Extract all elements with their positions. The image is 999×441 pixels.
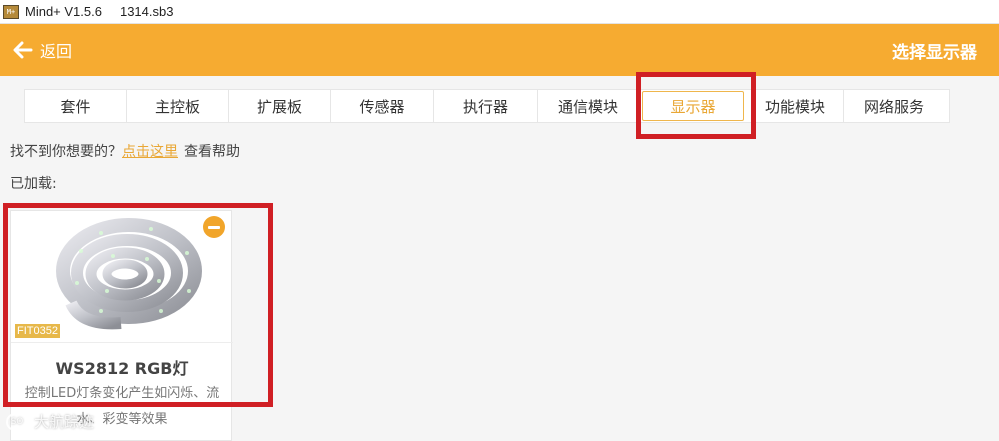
window-file-name: 1314.sb3 bbox=[119, 4, 174, 19]
loaded-label: 已加载: bbox=[10, 176, 57, 192]
card-highlight-box bbox=[3, 203, 273, 407]
back-label: 返回 bbox=[40, 42, 73, 61]
window-titlebar: M+ Mind+ V1.5.6 1314.sb3 bbox=[0, 0, 999, 24]
help-link[interactable]: 点击这里 bbox=[122, 141, 184, 161]
help-suffix: 查看帮助 bbox=[184, 144, 240, 160]
mindplus-app-icon: M+ bbox=[3, 4, 19, 19]
back-button[interactable]: 返回 bbox=[12, 38, 72, 62]
watermark-text: 大航踪迹 bbox=[34, 413, 95, 431]
arrow-left-icon bbox=[12, 39, 34, 61]
page-title: 选择显示器 bbox=[892, 42, 977, 63]
tab-communication-modules[interactable]: 通信模块 bbox=[538, 90, 639, 122]
watermark: SO 大航踪迹 bbox=[6, 411, 94, 432]
help-text: 找不到你想要的？ 点击这里 查看帮助 bbox=[10, 141, 240, 161]
tab-sensors[interactable]: 传感器 bbox=[331, 90, 434, 122]
tab-main-boards[interactable]: 主控板 bbox=[127, 90, 229, 122]
tab-actuators[interactable]: 执行器 bbox=[434, 90, 538, 122]
page-header: 返回 选择显示器 bbox=[0, 24, 999, 76]
tab-highlight-box bbox=[636, 72, 756, 139]
window-title: Mind+ V1.5.6 bbox=[25, 4, 102, 19]
tab-expansion-boards[interactable]: 扩展板 bbox=[229, 90, 331, 122]
help-prefix: 找不到你想要的？ bbox=[10, 144, 122, 160]
tab-kits[interactable]: 套件 bbox=[25, 90, 127, 122]
tab-network-services[interactable]: 网络服务 bbox=[844, 90, 944, 122]
tab-function-modules[interactable]: 功能模块 bbox=[747, 90, 844, 122]
category-tabs: 套件 主控板 扩展板 传感器 执行器 通信模块 显示器 功能模块 网络服务 bbox=[24, 89, 950, 123]
watermark-logo-icon: SO bbox=[6, 412, 28, 431]
